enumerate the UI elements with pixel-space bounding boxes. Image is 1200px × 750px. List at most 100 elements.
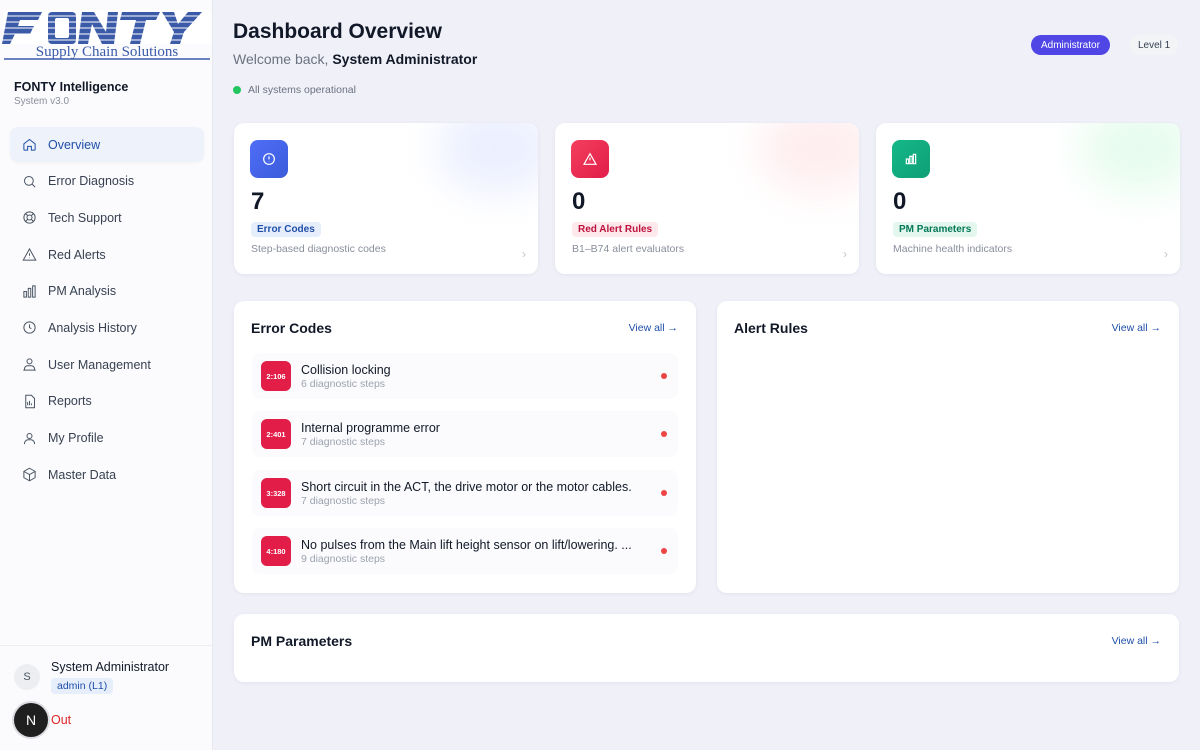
- error-text: No pulses from the Main lift height sens…: [301, 538, 656, 565]
- sidebar-item-error-diagnosis[interactable]: Error Diagnosis: [10, 164, 204, 199]
- card-glow: [759, 123, 859, 193]
- user-name: System Administrator: [51, 660, 170, 674]
- error-steps: 9 diagnostic steps: [301, 552, 386, 565]
- error-steps: 6 diagnostic steps: [301, 377, 386, 390]
- error-code-badge: 2:401: [261, 419, 291, 449]
- error-title: Collision locking: [301, 362, 391, 377]
- severity-dot: [661, 431, 667, 437]
- sidebar-item-analysis-history[interactable]: Analysis History: [10, 310, 204, 345]
- stat-value: 0: [572, 188, 586, 215]
- list-item[interactable]: 2:106 Collision locking 6 diagnostic ste…: [252, 353, 678, 399]
- error-text: Short circuit in the ACT, the drive moto…: [301, 480, 656, 507]
- stat-card-pm-parameters[interactable]: 0 PM Parameters Machine health indicator…: [876, 123, 1180, 274]
- status-dot: [233, 86, 241, 94]
- sidebar-item-label: User Management: [48, 357, 151, 372]
- error-title: Internal programme error: [301, 420, 440, 435]
- chevron-right-icon: ›: [522, 247, 526, 261]
- panel-title: Error Codes: [251, 320, 332, 336]
- sidebar-item-tech-support[interactable]: Tech Support: [10, 200, 204, 235]
- error-codes-panel: Error Codes View all → 2:106 Collision l…: [234, 301, 696, 593]
- page-title: Dashboard Overview: [233, 20, 442, 43]
- brand-version: System v3.0: [14, 96, 70, 107]
- warning-icon: [21, 247, 37, 263]
- stat-description: Step-based diagnostic codes: [251, 243, 386, 255]
- chevron-right-icon: ›: [1164, 247, 1168, 261]
- cube-icon: [21, 467, 37, 483]
- stat-card-error-codes[interactable]: 7 Error Codes Step-based diagnostic code…: [234, 123, 538, 274]
- sidebar-item-label: Tech Support: [48, 210, 122, 225]
- role-badge: Administrator: [1031, 35, 1110, 55]
- error-code-badge: 2:106: [261, 361, 291, 391]
- sidebar-item-pm-analysis[interactable]: PM Analysis: [10, 274, 204, 309]
- error-code-badge: 3:328: [261, 478, 291, 508]
- card-glow: [438, 123, 538, 193]
- sidebar-divider: [0, 645, 213, 646]
- sidebar-item-overview[interactable]: Overview: [10, 127, 204, 162]
- error-steps: 7 diagnostic steps: [301, 435, 386, 448]
- pm-parameters-panel: PM Parameters View all →: [234, 614, 1179, 682]
- welcome-message: Welcome back, System Administrator: [233, 51, 477, 67]
- sidebar-item-label: Error Diagnosis: [48, 174, 135, 189]
- search-icon: [21, 173, 37, 189]
- fonty-logo[interactable]: Supply Chain Solutions: [2, 8, 212, 60]
- svg-text:Supply Chain Solutions: Supply Chain Solutions: [36, 44, 179, 60]
- stat-tag: Red Alert Rules: [572, 222, 659, 237]
- stat-tag: PM Parameters: [893, 222, 978, 237]
- severity-dot: [661, 548, 667, 554]
- sidebar-item-label: Master Data: [48, 467, 117, 482]
- sidebar-item-label: Overview: [48, 137, 101, 152]
- list-item[interactable]: 3:328 Short circuit in the ACT, the driv…: [252, 470, 678, 516]
- sidebar-item-master-data[interactable]: Master Data: [10, 457, 204, 492]
- stat-card-red-alert-rules[interactable]: 0 Red Alert Rules B1–B74 alert evaluator…: [555, 123, 859, 274]
- status-text: All systems operational: [248, 84, 356, 96]
- welcome-user-name: System Administrator: [332, 51, 478, 67]
- warning-icon: [571, 140, 609, 178]
- chevron-right-icon: ›: [843, 247, 847, 261]
- sidebar-item-red-alerts[interactable]: Red Alerts: [10, 237, 204, 272]
- error-text: Collision locking 6 diagnostic steps: [301, 363, 656, 390]
- bar-chart-icon: [892, 140, 930, 178]
- sidebar-item-label: Red Alerts: [48, 247, 106, 262]
- list-item[interactable]: 4:180 No pulses from the Main lift heigh…: [252, 528, 678, 574]
- error-steps: 7 diagnostic steps: [301, 494, 386, 507]
- user-role-badge: admin (L1): [51, 678, 114, 694]
- severity-dot: [661, 373, 667, 379]
- level-badge: Level 1: [1130, 35, 1179, 55]
- alert-rules-panel: Alert Rules View all →: [717, 301, 1179, 593]
- sidebar-item-label: PM Analysis: [48, 284, 117, 299]
- sidebar-item-reports[interactable]: Reports: [10, 384, 204, 419]
- view-all-pm-parameters-link[interactable]: View all →: [1112, 635, 1161, 647]
- brand-title: FONTY Intelligence: [14, 80, 129, 94]
- welcome-prefix: Welcome back,: [233, 51, 333, 67]
- view-all-error-codes-link[interactable]: View all →: [629, 322, 678, 334]
- sidebar-item-user-management[interactable]: User Management: [10, 347, 204, 382]
- error-text: Internal programme error 7 diagnostic st…: [301, 421, 656, 448]
- sidebar-item-label: Reports: [48, 394, 92, 409]
- severity-dot: [661, 490, 667, 496]
- error-code-badge: 4:180: [261, 536, 291, 566]
- view-all-alert-rules-link[interactable]: View all →: [1112, 322, 1161, 334]
- sidebar-item-label: My Profile: [48, 431, 104, 445]
- clock-icon: [21, 320, 37, 336]
- home-icon: [21, 137, 37, 153]
- error-title: Short circuit in the ACT, the drive moto…: [301, 479, 632, 494]
- sidebar-item-label: Analysis History: [48, 320, 137, 335]
- sidebar: Supply Chain Solutions FONTY Intelligenc…: [0, 0, 213, 750]
- users-icon: [21, 357, 37, 373]
- lifebuoy-icon: [21, 210, 37, 226]
- panel-title: PM Parameters: [251, 633, 353, 649]
- stat-description: B1–B74 alert evaluators: [572, 243, 685, 255]
- panel-title: Alert Rules: [734, 320, 808, 336]
- dev-badge[interactable]: N: [14, 703, 48, 737]
- bar-chart-icon: [21, 283, 37, 299]
- sidebar-item-my-profile[interactable]: My Profile: [10, 421, 204, 456]
- system-status: All systems operational: [233, 84, 356, 96]
- user-icon: [21, 430, 37, 446]
- avatar[interactable]: S: [14, 664, 40, 690]
- sign-out-label[interactable]: Out: [51, 713, 71, 727]
- stat-value: 0: [893, 188, 907, 215]
- list-item[interactable]: 2:401 Internal programme error 7 diagnos…: [252, 411, 678, 457]
- sign-out-button[interactable]: N Out: [14, 703, 71, 737]
- stat-description: Machine health indicators: [893, 243, 1013, 255]
- sidebar-nav: Overview Error Diagnosis Tech Support Re…: [10, 127, 204, 494]
